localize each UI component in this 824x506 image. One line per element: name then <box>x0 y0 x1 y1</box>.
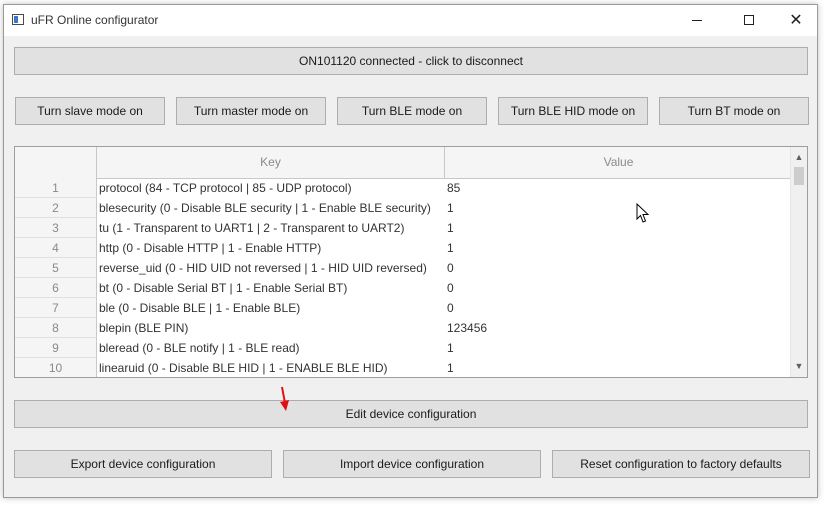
bt-mode-button[interactable]: Turn BT mode on <box>659 97 809 125</box>
key-cell[interactable]: linearuid (0 - Disable BLE HID | 1 - ENA… <box>99 358 443 377</box>
value-cell[interactable]: 0 <box>447 298 792 318</box>
ble-mode-label: Turn BLE mode on <box>361 104 463 118</box>
row-number: 5 <box>15 258 97 278</box>
table-row[interactable]: 10 linearuid (0 - Disable BLE HID | 1 - … <box>15 358 792 377</box>
app-window: uFR Online configurator ✕ ON101120 conne… <box>3 4 818 498</box>
table-row[interactable]: 1 protocol (84 - TCP protocol | 85 - UDP… <box>15 178 792 198</box>
key-cell[interactable]: protocol (84 - TCP protocol | 85 - UDP p… <box>99 178 443 198</box>
table-row[interactable]: 5 reverse_uid (0 - HID UID not reversed … <box>15 258 792 278</box>
reset-factory-defaults-button[interactable]: Reset configuration to factory defaults <box>552 450 810 478</box>
config-table[interactable]: Key Value 1 protocol (84 - TCP protocol … <box>14 146 808 378</box>
key-cell[interactable]: reverse_uid (0 - HID UID not reversed | … <box>99 258 443 278</box>
ble-hid-mode-button[interactable]: Turn BLE HID mode on <box>498 97 648 125</box>
master-mode-label: Turn master mode on <box>193 104 309 118</box>
import-configuration-button[interactable]: Import device configuration <box>283 450 541 478</box>
key-cell[interactable]: ble (0 - Disable BLE | 1 - Enable BLE) <box>99 298 443 318</box>
ble-hid-mode-label: Turn BLE HID mode on <box>510 104 636 118</box>
table-row[interactable]: 4 http (0 - Disable HTTP | 1 - Enable HT… <box>15 238 792 258</box>
row-number: 7 <box>15 298 97 318</box>
close-icon[interactable]: ✕ <box>773 5 819 36</box>
import-configuration-label: Import device configuration <box>339 457 485 471</box>
row-number: 1 <box>15 178 97 198</box>
table-row[interactable]: 2 blesecurity (0 - Disable BLE security … <box>15 198 792 218</box>
key-cell[interactable]: bleread (0 - BLE notify | 1 - BLE read) <box>99 338 443 358</box>
slave-mode-button[interactable]: Turn slave mode on <box>15 97 165 125</box>
vertical-scrollbar[interactable]: ▲ ▼ <box>790 147 807 377</box>
table-header: Key Value <box>15 147 792 179</box>
app-window-icon <box>12 14 24 25</box>
value-cell[interactable]: 123456 <box>447 318 792 338</box>
table-row[interactable]: 3 tu (1 - Transparent to UART1 | 2 - Tra… <box>15 218 792 238</box>
scroll-up-icon[interactable]: ▲ <box>791 149 807 166</box>
key-cell[interactable]: http (0 - Disable HTTP | 1 - Enable HTTP… <box>99 238 443 258</box>
master-mode-button[interactable]: Turn master mode on <box>176 97 326 125</box>
minimize-icon[interactable] <box>674 5 720 36</box>
row-number: 2 <box>15 198 97 218</box>
disconnect-button-label: ON101120 connected - click to disconnect <box>299 54 523 68</box>
table-row[interactable]: 7 ble (0 - Disable BLE | 1 - Enable BLE)… <box>15 298 792 318</box>
header-value[interactable]: Value <box>445 147 792 178</box>
value-cell[interactable]: 1 <box>447 338 792 358</box>
key-cell[interactable]: bt (0 - Disable Serial BT | 1 - Enable S… <box>99 278 443 298</box>
value-cell[interactable]: 0 <box>447 258 792 278</box>
key-cell[interactable]: tu (1 - Transparent to UART1 | 2 - Trans… <box>99 218 443 238</box>
value-cell[interactable]: 1 <box>447 218 792 238</box>
value-cell[interactable]: 1 <box>447 238 792 258</box>
key-cell[interactable]: blesecurity (0 - Disable BLE security | … <box>99 198 443 218</box>
reset-factory-defaults-label: Reset configuration to factory defaults <box>580 457 782 471</box>
scroll-down-icon[interactable]: ▼ <box>791 358 807 375</box>
row-number: 6 <box>15 278 97 298</box>
header-key[interactable]: Key <box>97 147 445 178</box>
slave-mode-label: Turn slave mode on <box>37 104 143 118</box>
row-number: 3 <box>15 218 97 238</box>
annotation-arrow-icon <box>280 386 289 411</box>
edit-configuration-label: Edit device configuration <box>345 407 477 421</box>
table-row[interactable]: 8 blepin (BLE PIN) 123456 <box>15 318 792 338</box>
value-cell[interactable]: 85 <box>447 178 792 198</box>
export-configuration-label: Export device configuration <box>70 457 216 471</box>
title-bar[interactable]: uFR Online configurator ✕ <box>4 5 817 36</box>
value-cell[interactable]: 1 <box>447 358 792 377</box>
row-number: 8 <box>15 318 97 338</box>
value-cell[interactable]: 0 <box>447 278 792 298</box>
header-corner[interactable] <box>15 147 97 178</box>
row-number: 10 <box>15 358 97 377</box>
window-title: uFR Online configurator <box>31 13 159 27</box>
key-cell[interactable]: blepin (BLE PIN) <box>99 318 443 338</box>
export-configuration-button[interactable]: Export device configuration <box>14 450 272 478</box>
maximize-icon[interactable] <box>727 5 773 36</box>
table-row[interactable]: 9 bleread (0 - BLE notify | 1 - BLE read… <box>15 338 792 358</box>
ble-mode-button[interactable]: Turn BLE mode on <box>337 97 487 125</box>
mouse-cursor-icon <box>636 203 650 223</box>
table-row[interactable]: 6 bt (0 - Disable Serial BT | 1 - Enable… <box>15 278 792 298</box>
row-number: 9 <box>15 338 97 358</box>
edit-configuration-button[interactable]: Edit device configuration <box>14 400 808 428</box>
value-cell[interactable]: 1 <box>447 198 792 218</box>
bt-mode-label: Turn BT mode on <box>687 104 781 118</box>
row-number: 4 <box>15 238 97 258</box>
scroll-thumb[interactable] <box>794 167 804 185</box>
disconnect-button[interactable]: ON101120 connected - click to disconnect <box>14 47 808 75</box>
table-body: 1 protocol (84 - TCP protocol | 85 - UDP… <box>15 178 792 377</box>
